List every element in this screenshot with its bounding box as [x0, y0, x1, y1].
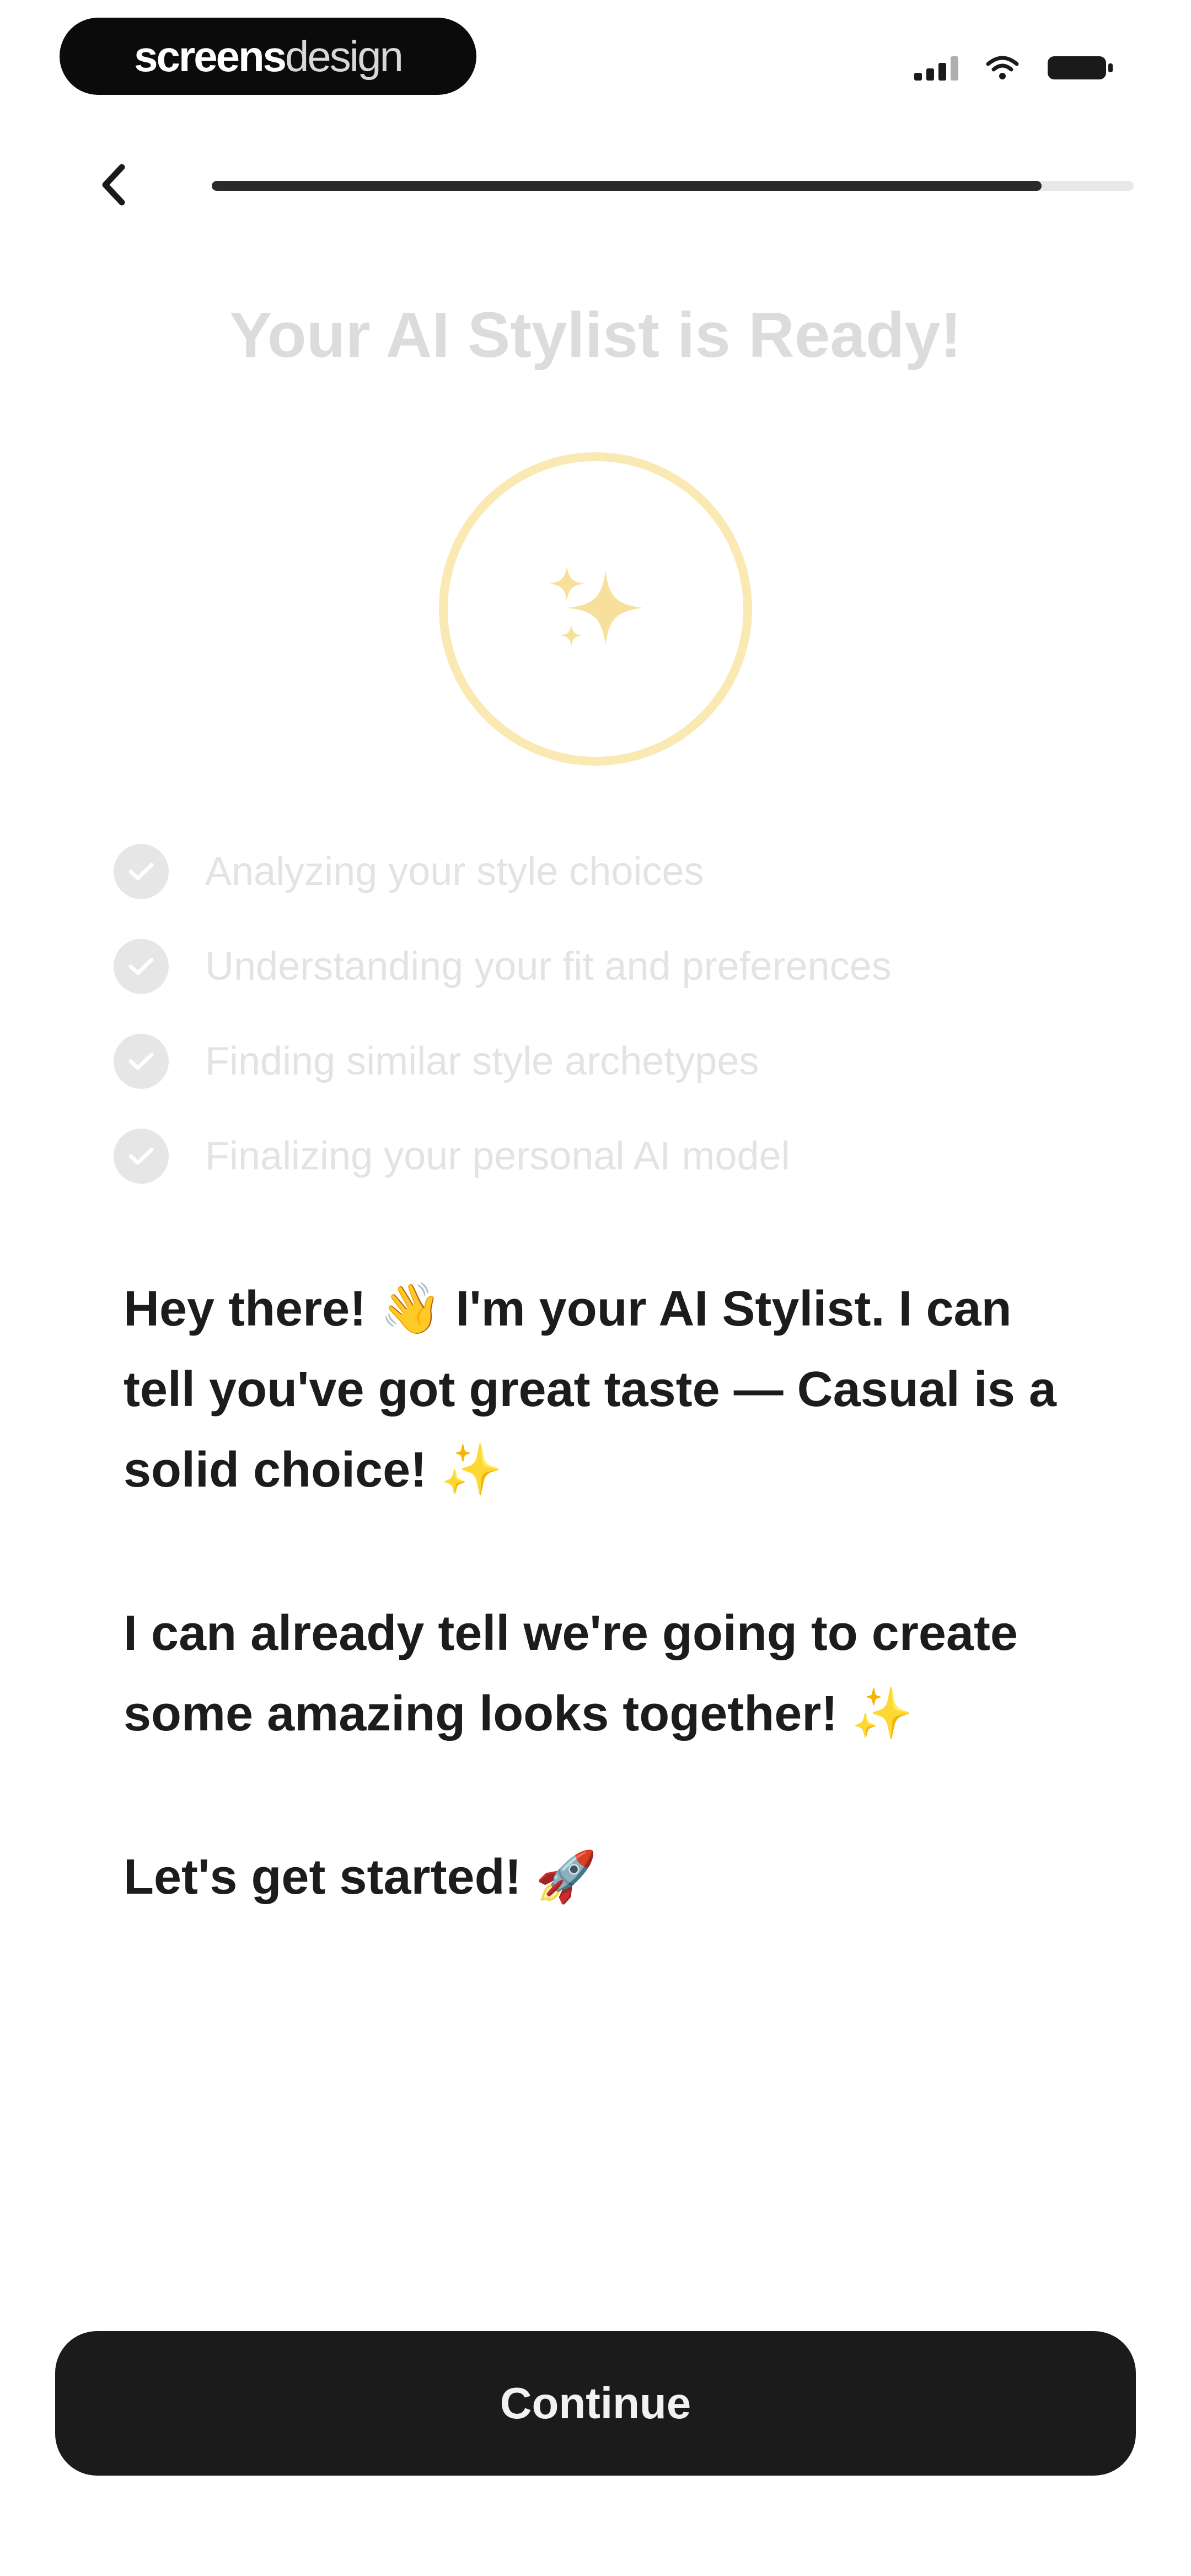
status-bar: screens design: [0, 0, 1191, 121]
sparkles-icon: [549, 566, 643, 646]
check-circle-icon: [114, 1034, 169, 1089]
checklist-label: Understanding your fit and preferences: [205, 944, 892, 988]
cellular-signal-icon: [914, 55, 958, 81]
chevron-left-icon: [102, 164, 125, 206]
back-button[interactable]: [83, 154, 143, 215]
checklist-label: Analyzing your style choices: [205, 849, 704, 894]
stylist-message: Hey there! 👋 I'm your AI Stylist. I can …: [124, 1269, 1072, 2000]
check-circle-icon: [114, 844, 169, 899]
list-item: Finding similar style archetypes: [114, 1034, 1106, 1089]
list-item: Analyzing your style choices: [114, 844, 1106, 899]
brand-logo-light: design: [285, 31, 404, 81]
list-item: Understanding your fit and preferences: [114, 939, 1106, 994]
progress-checklist: Analyzing your style choices Understandi…: [114, 844, 1106, 1223]
page-title: Your AI Stylist is Ready!: [229, 299, 962, 371]
status-icons: [914, 49, 1114, 87]
checklist-label: Finding similar style archetypes: [205, 1039, 759, 1083]
brand-logo-bold: screens: [134, 31, 287, 81]
continue-button[interactable]: Continue: [55, 2331, 1136, 2476]
list-item: Finalizing your personal AI model: [114, 1129, 1106, 1184]
brand-logo: screens design: [60, 18, 476, 95]
onboarding-progress-bar: [212, 181, 1134, 191]
message-paragraph: I can already tell we're going to create…: [124, 1606, 1018, 1741]
check-circle-icon: [114, 1129, 169, 1184]
checklist-label: Finalizing your personal AI model: [205, 1134, 790, 1178]
battery-icon: [1047, 54, 1114, 82]
progress-fill: [212, 181, 1042, 191]
wifi-icon: [986, 55, 1019, 81]
check-circle-icon: [114, 939, 169, 994]
sparkle-badge: [439, 452, 752, 766]
message-paragraph: Let's get started! 🚀: [124, 1850, 597, 1905]
message-paragraph: Hey there! 👋 I'm your AI Stylist. I can …: [124, 1281, 1056, 1498]
